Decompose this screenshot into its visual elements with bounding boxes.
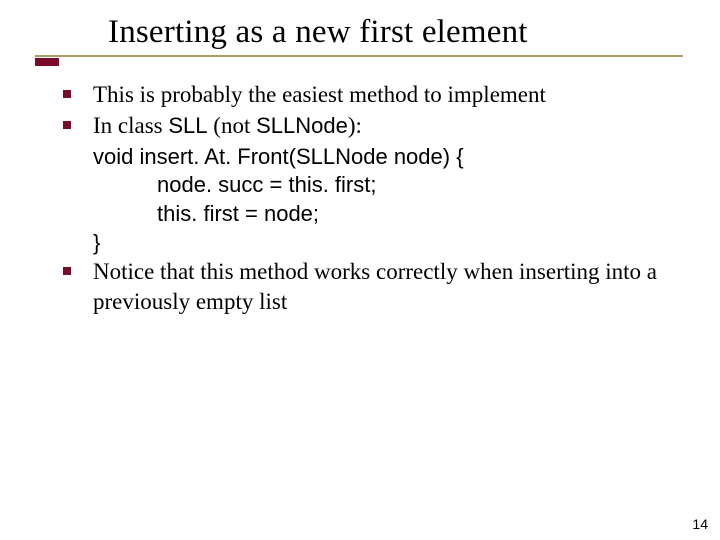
title-underline bbox=[35, 55, 683, 57]
bullet-item-1: This is probably the easiest method to i… bbox=[55, 80, 680, 109]
code-line-1: void insert. At. Front(SLLNode node) { bbox=[93, 143, 680, 172]
bullet-item-3: Notice that this method works correctly … bbox=[55, 257, 680, 316]
bullet-text-2-post: ): bbox=[348, 113, 362, 138]
code-line-3: this. first = node; bbox=[93, 200, 680, 229]
bullet-text-2-sllnode: SLLNode bbox=[256, 113, 348, 138]
square-bullet-icon bbox=[63, 121, 71, 129]
bullet-text-3: Notice that this method works correctly … bbox=[93, 259, 657, 313]
square-bullet-icon bbox=[63, 90, 71, 98]
bullet-text-1: This is probably the easiest method to i… bbox=[93, 82, 546, 107]
code-line-4: } bbox=[93, 229, 680, 258]
code-block: void insert. At. Front(SLLNode node) { n… bbox=[55, 143, 680, 257]
title-wrap: Inserting as a new first element bbox=[108, 14, 528, 51]
slide-title: Inserting as a new first element bbox=[108, 14, 528, 51]
code-line-2: node. succ = this. first; bbox=[93, 171, 680, 200]
bullet-text-2-sll: SLL bbox=[168, 113, 207, 138]
bullet-text-2-pre: In class bbox=[93, 113, 168, 138]
bullet-item-2: In class SLL (not SLLNode): bbox=[55, 111, 680, 140]
square-bullet-icon bbox=[63, 267, 71, 275]
slide-body: This is probably the easiest method to i… bbox=[55, 80, 680, 318]
page-number: 14 bbox=[692, 516, 708, 532]
bullet-text-2-mid: (not bbox=[208, 113, 257, 138]
slide: Inserting as a new first element This is… bbox=[0, 0, 720, 540]
title-accent-block bbox=[35, 58, 59, 66]
